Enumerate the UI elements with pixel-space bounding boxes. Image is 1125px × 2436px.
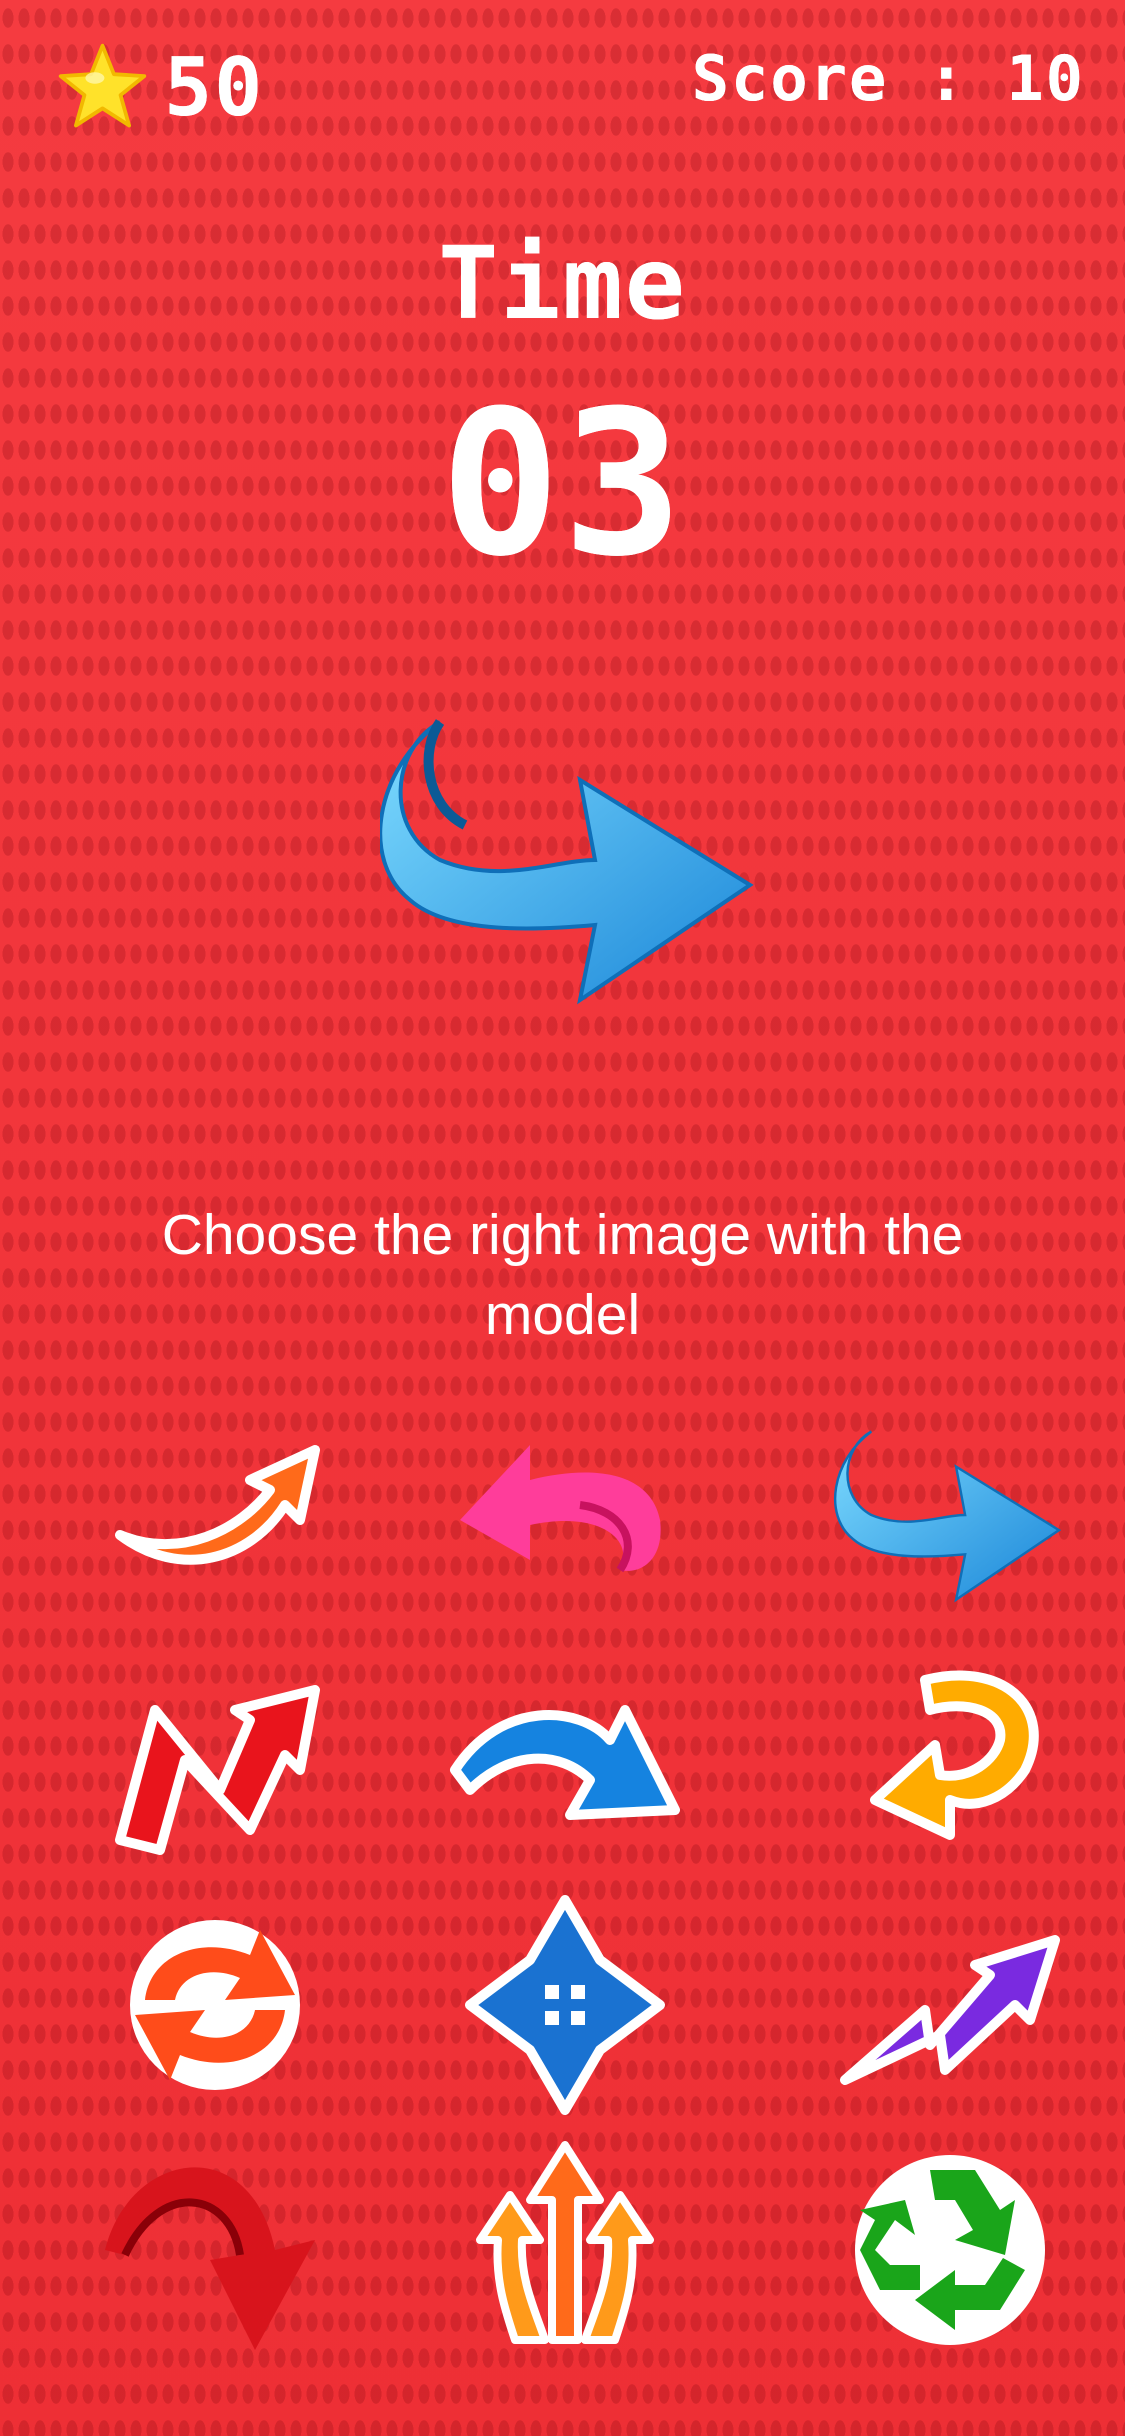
coins-counter: 50	[55, 40, 264, 135]
option-blue-3d-arrow[interactable]	[820, 1400, 1080, 1630]
time-value: 03	[440, 368, 685, 601]
triple-up-arrows-icon	[476, 2141, 654, 2344]
recycle-arrows-icon	[855, 2155, 1045, 2345]
score-label: Score : 10	[691, 42, 1085, 115]
refresh-arrows-icon	[130, 1920, 300, 2090]
model-blue-3d-arrow	[380, 719, 754, 1005]
option-orange-swoosh-arrow[interactable]	[85, 1400, 345, 1630]
option-red-zigzag-arrow[interactable]	[85, 1640, 345, 1870]
instruction-text: Choose the right image with the model	[161, 1203, 964, 1347]
option-recycle-arrows[interactable]	[820, 2130, 1080, 2360]
option-triple-up-arrows[interactable]	[435, 2130, 695, 2360]
red-zigzag-arrow-icon	[115, 1685, 320, 1855]
option-four-way-arrows[interactable]	[435, 1890, 695, 2120]
orange-swoosh-arrow-icon	[115, 1445, 320, 1565]
star-icon	[58, 43, 147, 128]
coins-value: 50	[164, 40, 265, 134]
purple-zigzag-arrow-icon	[840, 1935, 1060, 2085]
blue-3d-arrow-icon	[833, 1430, 1062, 1603]
time-label: Time	[438, 225, 687, 342]
option-refresh-arrows[interactable]	[85, 1890, 345, 2120]
pink-curved-arrow-icon	[460, 1445, 661, 1573]
four-way-arrows-icon	[465, 1895, 665, 2115]
red-3d-curved-arrow-icon	[105, 2167, 315, 2350]
blue-curved-arrow-icon	[450, 1705, 680, 1820]
yellow-uturn-arrow-icon	[870, 1670, 1039, 1840]
option-yellow-uturn-arrow[interactable]	[820, 1640, 1080, 1870]
option-pink-curved-arrow[interactable]	[435, 1400, 695, 1630]
option-blue-curved-arrow[interactable]	[435, 1640, 695, 1870]
option-red-3d-curved-arrow[interactable]	[85, 2130, 345, 2360]
option-purple-zigzag-arrow[interactable]	[820, 1890, 1080, 2120]
